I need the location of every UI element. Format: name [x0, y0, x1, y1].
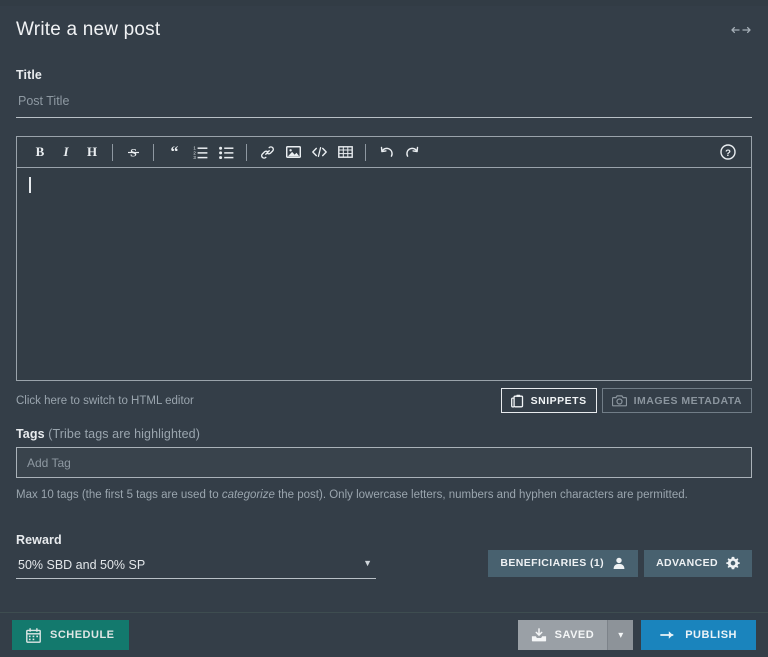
advanced-label: ADVANCED: [656, 557, 718, 569]
quote-icon[interactable]: “: [161, 139, 187, 165]
bold-icon[interactable]: B: [27, 139, 53, 165]
footer-right: SAVED ▾ PUBLISH: [518, 620, 756, 650]
snippets-label: SNIPPETS: [531, 395, 587, 407]
reward-label: Reward: [16, 533, 376, 547]
images-metadata-label: IMAGES METADATA: [634, 395, 742, 407]
reward-left: Reward 50% SBD and 50% SP ▼: [16, 519, 376, 579]
publish-button[interactable]: PUBLISH: [641, 620, 756, 650]
saved-dropdown-button[interactable]: ▾: [607, 620, 633, 650]
camera-icon: [612, 394, 627, 407]
italic-icon[interactable]: I: [53, 139, 79, 165]
arrow-right-icon: [660, 629, 675, 641]
title-label: Title: [16, 68, 752, 82]
tags-helper-suffix: the post). Only lowercase letters, numbe…: [275, 489, 688, 501]
svg-text:“: “: [170, 145, 178, 159]
toolbar-separator: [246, 144, 247, 161]
schedule-label: SCHEDULE: [50, 629, 115, 641]
question-circle-icon[interactable]: ?: [715, 139, 741, 165]
post-title-input[interactable]: [16, 88, 752, 118]
text-caret: [29, 177, 31, 193]
advanced-button[interactable]: ADVANCED: [644, 550, 752, 577]
toolbar-separator: [365, 144, 366, 161]
table-icon[interactable]: [332, 139, 358, 165]
add-tag-input[interactable]: [16, 447, 752, 478]
redo-icon[interactable]: [399, 139, 425, 165]
page-title: Write a new post: [16, 19, 160, 41]
saved-label: SAVED: [555, 629, 595, 641]
reward-right-buttons: BENEFICIARIES (1) ADVANCED: [488, 550, 752, 579]
editor-toolbar: B I H S: [17, 137, 751, 168]
reward-row: Reward 50% SBD and 50% SP ▼ BENEFICIARIE…: [16, 519, 752, 579]
toolbar-separator: [112, 144, 113, 161]
save-inbox-icon: [531, 628, 547, 642]
tags-helper-prefix: Max 10 tags (the first 5 tags are used t…: [16, 489, 222, 501]
svg-text:?: ?: [725, 148, 731, 159]
expand-horizontal-arrows-icon[interactable]: [730, 22, 752, 38]
person-icon: [612, 556, 626, 570]
chevron-down-icon: ▾: [618, 630, 623, 641]
calendar-icon: [26, 628, 41, 643]
toolbar-separator: [153, 144, 154, 161]
image-icon[interactable]: [280, 139, 306, 165]
code-icon[interactable]: [306, 139, 332, 165]
snippets-button[interactable]: SNIPPETS: [501, 388, 597, 413]
header-icon[interactable]: H: [79, 139, 105, 165]
reward-select[interactable]: 50% SBD and 50% SP ▼: [16, 553, 376, 579]
editor-action-buttons: SNIPPETS IMAGES METADATA: [501, 388, 752, 413]
saved-button-group: SAVED ▾: [518, 620, 634, 650]
saved-button[interactable]: SAVED: [518, 620, 608, 650]
svg-text:B: B: [36, 145, 45, 159]
svg-text:H: H: [87, 145, 97, 159]
editor-content-area[interactable]: [17, 168, 751, 380]
beneficiaries-button[interactable]: BENEFICIARIES (1): [488, 550, 638, 577]
tags-label-main: Tags: [16, 427, 45, 441]
unordered-list-icon[interactable]: [213, 139, 239, 165]
switch-to-html-editor-link[interactable]: Click here to switch to HTML editor: [16, 395, 194, 407]
editor-footer-row: Click here to switch to HTML editor SNIP…: [16, 388, 752, 413]
clipboard-icon: [511, 394, 524, 408]
svg-text:3: 3: [193, 155, 196, 159]
gear-icon: [726, 556, 740, 570]
undo-icon[interactable]: [373, 139, 399, 165]
modal-header: Write a new post: [0, 6, 768, 54]
images-metadata-button[interactable]: IMAGES METADATA: [602, 388, 752, 413]
link-icon[interactable]: [254, 139, 280, 165]
svg-text:I: I: [62, 145, 69, 159]
tags-helper-italic: categorize: [222, 489, 275, 501]
ordered-list-icon[interactable]: 1 2 3: [187, 139, 213, 165]
chevron-down-icon: ▼: [363, 558, 372, 568]
schedule-button[interactable]: SCHEDULE: [12, 620, 129, 650]
modal-body: Title B I H: [0, 54, 768, 612]
reward-selected-value: 50% SBD and 50% SP: [16, 558, 145, 572]
beneficiaries-label: BENEFICIARIES (1): [500, 557, 604, 569]
tags-helper-text: Max 10 tags (the first 5 tags are used t…: [16, 488, 752, 503]
tags-label-sub: (Tribe tags are highlighted): [48, 427, 200, 441]
publish-label: PUBLISH: [685, 629, 737, 641]
markdown-editor: B I H S: [16, 136, 752, 381]
strikethrough-icon[interactable]: S: [120, 139, 146, 165]
write-post-modal: Write a new post Title B I: [0, 0, 768, 657]
modal-footer: SCHEDULE SAVED ▾: [0, 612, 768, 657]
tags-label: Tags (Tribe tags are highlighted): [16, 427, 752, 441]
